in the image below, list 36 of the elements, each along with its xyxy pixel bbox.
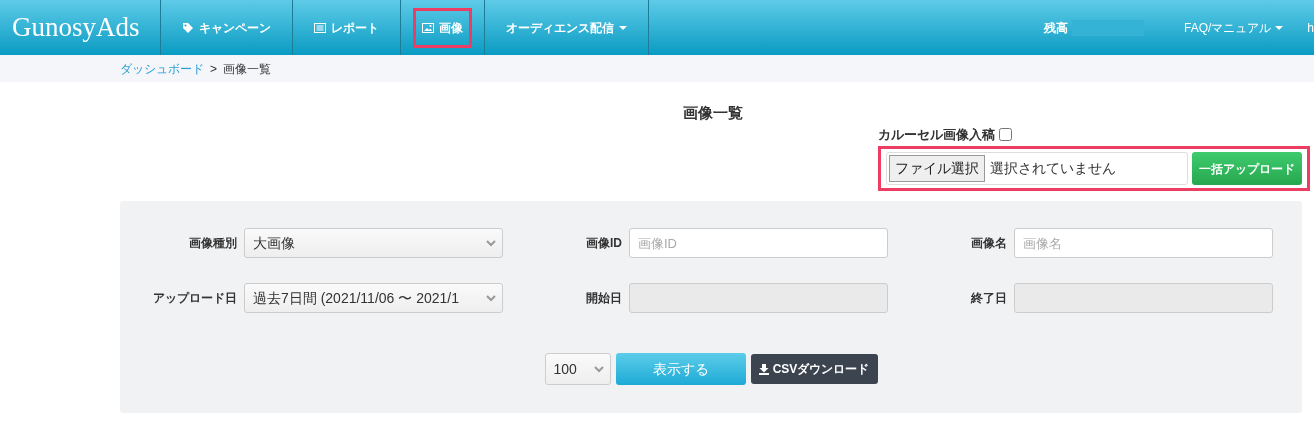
field-label: 開始日 xyxy=(585,290,623,307)
page-title: 画像一覧 xyxy=(682,103,744,123)
breadcrumb-link[interactable]: ダッシュボード xyxy=(120,59,204,78)
field-label: 画像名 xyxy=(970,235,1008,252)
show-button[interactable]: 表示する xyxy=(615,353,746,385)
tag-icon xyxy=(182,21,194,34)
select-field[interactable]: 大画像 xyxy=(244,228,503,258)
csv-download-button[interactable]: CSVダウンロード xyxy=(750,354,878,384)
breadcrumb-current: 画像一覧 xyxy=(223,60,271,78)
nav-item[interactable]: オーディエンス配信 xyxy=(497,7,636,48)
list-icon xyxy=(314,21,326,34)
breadcrumb-separator: > xyxy=(210,60,217,78)
file-field[interactable]: ファイル選択 選択されていません xyxy=(886,152,1188,185)
chevron-down-icon xyxy=(486,239,496,247)
field-label: アップロード日 xyxy=(152,290,238,307)
chevron-down-icon xyxy=(486,294,496,302)
carousel-checkbox[interactable] xyxy=(999,127,1012,141)
field-label: 画像種別 xyxy=(188,235,238,252)
download-icon xyxy=(758,363,769,375)
field-label: 終了日 xyxy=(970,290,1008,307)
nav-item[interactable]: 画像 xyxy=(413,7,472,48)
nav-link[interactable]: h xyxy=(1307,18,1314,37)
balance-label: 残高 xyxy=(1043,19,1068,37)
input-field[interactable]: 画像名 xyxy=(1014,228,1273,258)
carousel-label: カルーセル画像入稿 xyxy=(878,125,995,144)
select-field[interactable]: 過去7日間 (2021/11/06 〜 2021/1 xyxy=(244,283,503,313)
chevron-down-icon xyxy=(593,365,604,373)
nav-item[interactable]: レポート xyxy=(305,7,388,48)
upload-button[interactable]: 一括アップロード xyxy=(1192,152,1302,185)
image-icon xyxy=(422,21,434,34)
nav-item[interactable]: キャンペーン xyxy=(173,7,280,48)
per-page-select[interactable]: 100 xyxy=(544,353,611,385)
field-label: 画像ID xyxy=(585,235,623,252)
nav-link[interactable]: FAQ/マニュアル xyxy=(1183,18,1284,37)
input-field[interactable]: 画像ID xyxy=(629,228,888,258)
logo[interactable]: GunosyAds xyxy=(0,0,160,55)
